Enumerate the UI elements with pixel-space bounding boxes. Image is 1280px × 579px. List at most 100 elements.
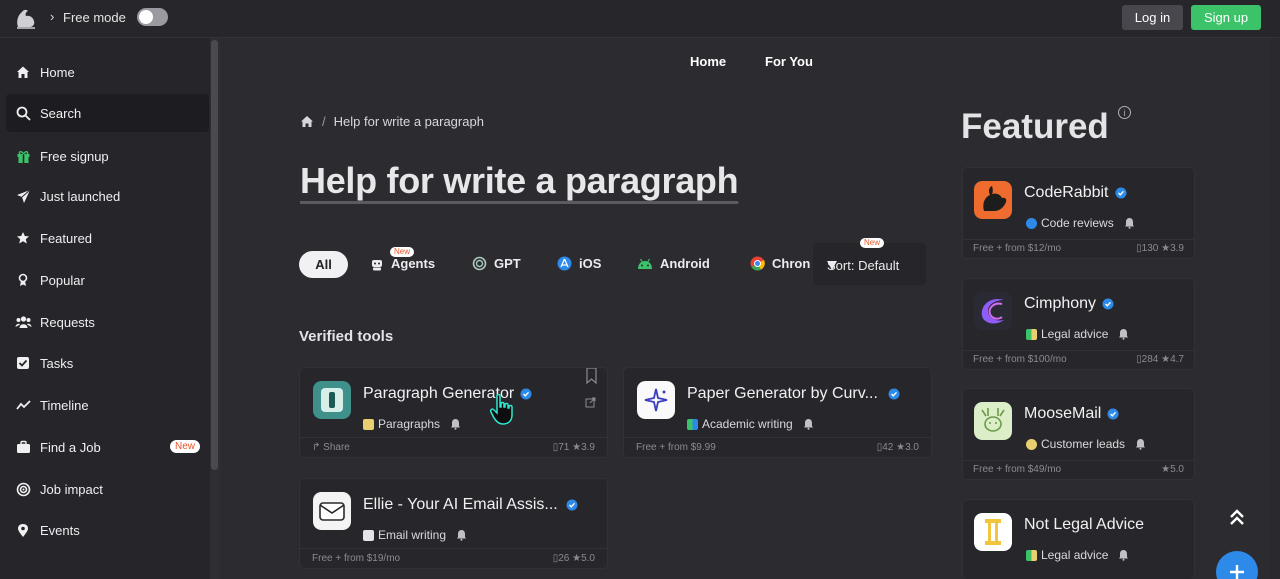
ellie-logo-icon xyxy=(313,492,351,530)
tool-tag[interactable]: Paragraphs xyxy=(363,417,461,431)
tool-name[interactable]: Not Legal Advice xyxy=(1024,516,1144,534)
verified-badge-icon xyxy=(566,499,578,511)
new-badge: New xyxy=(390,247,415,257)
tool-card-paper-generator[interactable]: Paper Generator by Curv... Academic writ… xyxy=(623,367,932,458)
nav-for-you-link[interactable]: For You xyxy=(765,54,813,69)
filter-chrome[interactable]: Chron xyxy=(750,256,810,271)
sidebar-item-home[interactable]: Home xyxy=(6,53,209,91)
tool-stats: ★5.0 xyxy=(1161,464,1184,475)
tool-name[interactable]: Paper Generator by Curv... xyxy=(687,385,900,403)
sidebar-item-label: Featured xyxy=(40,230,93,246)
page-title: Help for write a paragraph xyxy=(300,160,739,201)
featured-card-cimphony[interactable]: Cimphony Legal advice Free + from $100/m… xyxy=(962,278,1195,370)
free-mode-toggle[interactable] xyxy=(137,8,168,26)
bell-icon[interactable] xyxy=(803,418,814,430)
featured-heading: Featured xyxy=(961,107,1109,146)
filter-android[interactable]: Android xyxy=(637,256,710,271)
tool-card-paragraph-generator[interactable]: Paragraph Generator Paragraphs ↱ Share ▯… xyxy=(299,367,608,458)
sidebar-item-label: Job impact xyxy=(40,481,103,497)
login-button[interactable]: Log in xyxy=(1122,5,1183,30)
page-scrollbar[interactable] xyxy=(1270,38,1280,579)
sidebar-item-search[interactable]: Search xyxy=(6,94,209,132)
sidebar-item-label: Tasks xyxy=(40,355,74,371)
bell-icon[interactable] xyxy=(1135,438,1146,450)
tool-name[interactable]: MooseMail xyxy=(1024,405,1119,423)
app-store-icon xyxy=(557,256,572,271)
customer-leads-tag-icon xyxy=(1026,438,1037,450)
add-button[interactable] xyxy=(1216,551,1258,579)
checkbox-icon xyxy=(6,356,40,370)
openai-icon xyxy=(472,256,487,271)
logo-icon[interactable] xyxy=(14,7,38,29)
tool-name[interactable]: Cimphony xyxy=(1024,295,1114,313)
filter-ios[interactable]: iOS xyxy=(557,256,601,271)
filter-agents[interactable]: Agents xyxy=(370,256,435,271)
bell-icon[interactable] xyxy=(450,418,461,430)
filter-label: GPT xyxy=(494,256,521,271)
tool-stats: ▯130 ★3.9 xyxy=(1136,243,1184,254)
tool-tag[interactable]: Academic writing xyxy=(687,417,814,431)
tool-tag[interactable]: Legal advice xyxy=(1026,327,1129,341)
bell-icon[interactable] xyxy=(1118,549,1129,561)
nav-home-link[interactable]: Home xyxy=(690,54,726,69)
target-icon xyxy=(6,482,40,497)
tool-stats: ▯26 ★5.0 xyxy=(552,553,595,564)
share-button[interactable]: ↱ Share xyxy=(312,442,350,453)
bell-icon[interactable] xyxy=(1124,217,1135,229)
sidebar-item-find-a-job[interactable]: Find a Job New xyxy=(6,428,209,466)
featured-card-moosemail[interactable]: MooseMail Customer leads Free + from $49… xyxy=(962,388,1195,480)
bell-icon[interactable] xyxy=(1118,328,1129,340)
sidebar-item-label: Just launched xyxy=(40,188,121,204)
tool-name[interactable]: Ellie - Your AI Email Assis... xyxy=(363,496,578,514)
new-badge: New xyxy=(169,440,200,453)
sidebar-item-events[interactable]: Events xyxy=(6,511,209,549)
tool-tag[interactable]: Legal advice xyxy=(1026,548,1129,562)
toggle-knob xyxy=(139,10,153,24)
bell-icon[interactable] xyxy=(456,529,467,541)
sidebar-item-tasks[interactable]: Tasks xyxy=(6,344,209,382)
verified-badge-icon xyxy=(520,388,532,400)
filter-gpt[interactable]: GPT xyxy=(472,256,521,271)
external-link-icon[interactable] xyxy=(585,397,596,408)
sidebar-item-featured[interactable]: Featured xyxy=(6,219,209,257)
tool-tag[interactable]: Email writing xyxy=(363,528,467,542)
tool-tag[interactable]: Customer leads xyxy=(1026,437,1146,451)
top-bar: › Free mode Log in Sign up xyxy=(0,0,1280,38)
sidebar-item-popular[interactable]: Popular xyxy=(6,261,209,299)
sidebar-item-label: Find a Job xyxy=(40,439,101,455)
trophy-icon xyxy=(6,273,40,287)
tool-stats: ▯71 ★3.9 xyxy=(552,442,595,453)
featured-card-coderabbit[interactable]: CodeRabbit Code reviews Free + from $12/… xyxy=(962,167,1195,259)
not-legal-advice-logo-icon xyxy=(974,513,1012,551)
verified-tools-heading: Verified tools xyxy=(299,328,394,345)
scroll-to-top-button[interactable] xyxy=(1219,499,1255,535)
tool-footer: Free + from $100/mo ▯284 ★4.7 xyxy=(963,350,1194,369)
chrome-icon xyxy=(750,256,765,271)
sidebar-item-free-signup[interactable]: Free signup xyxy=(6,137,209,175)
paper-generator-logo-icon xyxy=(637,381,675,419)
tool-card-ellie[interactable]: Ellie - Your AI Email Assis... Email wri… xyxy=(299,478,608,569)
sidebar-item-job-impact[interactable]: Job impact xyxy=(6,470,209,508)
tool-tag[interactable]: Code reviews xyxy=(1026,216,1135,230)
tool-name[interactable]: CodeRabbit xyxy=(1024,184,1127,202)
sidebar-item-label: Free signup xyxy=(40,148,109,164)
filter-all[interactable]: All xyxy=(299,251,348,278)
paragraph-generator-logo-icon xyxy=(313,381,351,419)
scrollbar-thumb[interactable] xyxy=(211,40,218,470)
home-icon[interactable] xyxy=(300,115,314,128)
sidebar-scrollbar[interactable] xyxy=(210,38,220,579)
sidebar-item-label: Events xyxy=(40,522,80,538)
tool-footer: Free + from $49/mo ★5.0 xyxy=(963,460,1194,479)
sidebar-item-requests[interactable]: Requests xyxy=(6,303,209,341)
sidebar-item-just-launched[interactable]: Just launched xyxy=(6,177,209,215)
android-icon xyxy=(638,258,652,269)
gift-icon xyxy=(6,149,40,164)
sidebar-item-timeline[interactable]: Timeline xyxy=(6,386,209,424)
info-icon[interactable]: i xyxy=(1118,106,1131,119)
caret-down-icon xyxy=(827,261,837,270)
paragraphs-tag-icon xyxy=(363,418,374,430)
featured-card-not-legal-advice[interactable]: Not Legal Advice Legal advice xyxy=(962,499,1195,579)
academic-writing-tag-icon xyxy=(687,418,698,430)
bookmark-icon[interactable] xyxy=(586,368,597,384)
signup-button[interactable]: Sign up xyxy=(1191,5,1261,30)
